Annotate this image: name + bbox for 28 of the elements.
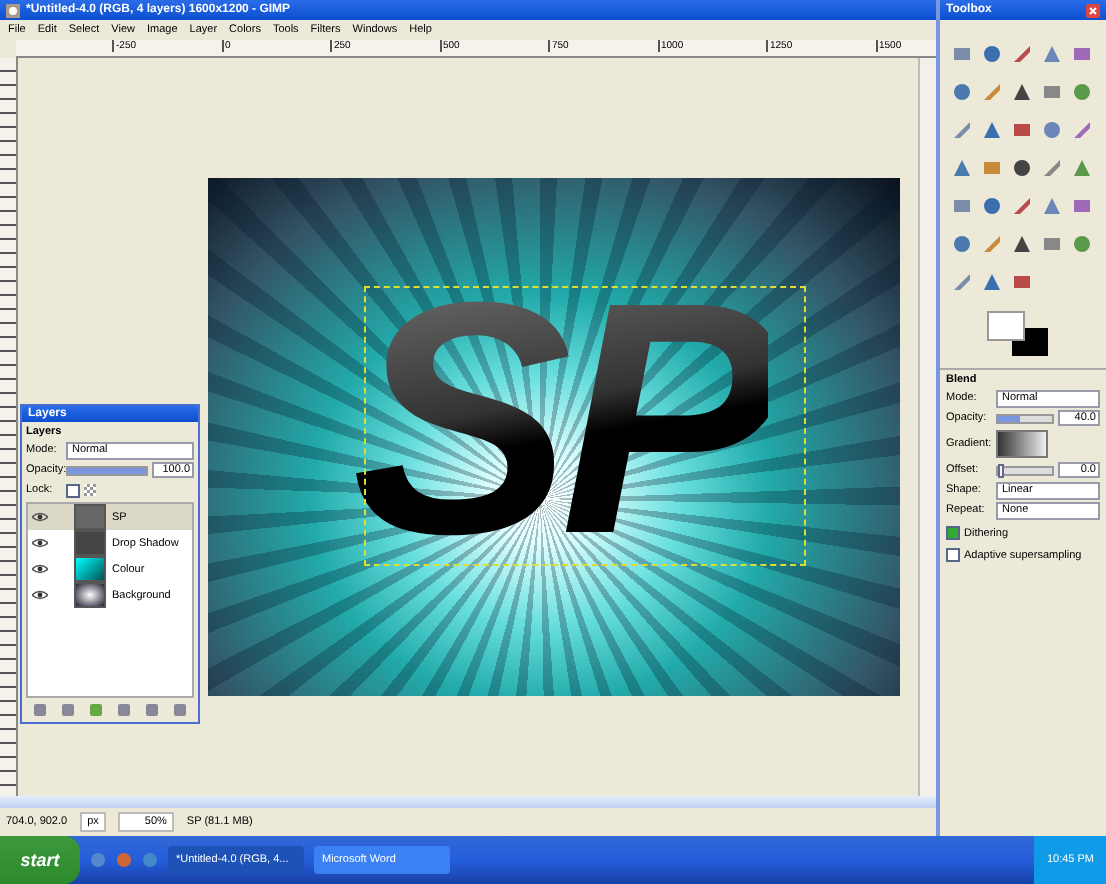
layer-action-icon[interactable] — [34, 704, 46, 716]
close-icon[interactable] — [1086, 3, 1100, 17]
checkbox[interactable] — [946, 548, 960, 562]
layer-thumbnail — [74, 504, 106, 530]
checkbox[interactable] — [946, 526, 960, 540]
eye-icon[interactable] — [32, 538, 48, 548]
vertical-scrollbar[interactable] — [918, 58, 936, 796]
lock-checkbox[interactable] — [66, 483, 80, 497]
checkerboard-icon[interactable] — [84, 484, 96, 496]
opacity-slider[interactable] — [996, 413, 1054, 423]
eye-icon[interactable] — [32, 564, 48, 574]
slider-thumb[interactable] — [998, 463, 1004, 477]
layer-action-icon[interactable] — [146, 704, 158, 716]
layer-action-icon[interactable] — [90, 704, 102, 716]
eye-icon[interactable] — [32, 590, 48, 600]
eye-icon[interactable] — [32, 512, 48, 522]
app-icon — [6, 3, 20, 17]
layer-action-icon[interactable] — [62, 704, 74, 716]
layer-thumbnail — [74, 582, 106, 608]
layer-thumbnail — [74, 530, 106, 556]
layer-action-icon[interactable] — [118, 704, 130, 716]
start-button[interactable]: start — [0, 836, 80, 884]
offset-slider[interactable] — [996, 465, 1054, 475]
gradient-preview[interactable] — [996, 430, 1048, 458]
layer-action-icon[interactable] — [174, 704, 186, 716]
color-swatches-icon[interactable] — [984, 308, 1052, 360]
layer-thumbnail — [74, 556, 106, 582]
horizontal-scrollbar[interactable] — [0, 796, 936, 808]
